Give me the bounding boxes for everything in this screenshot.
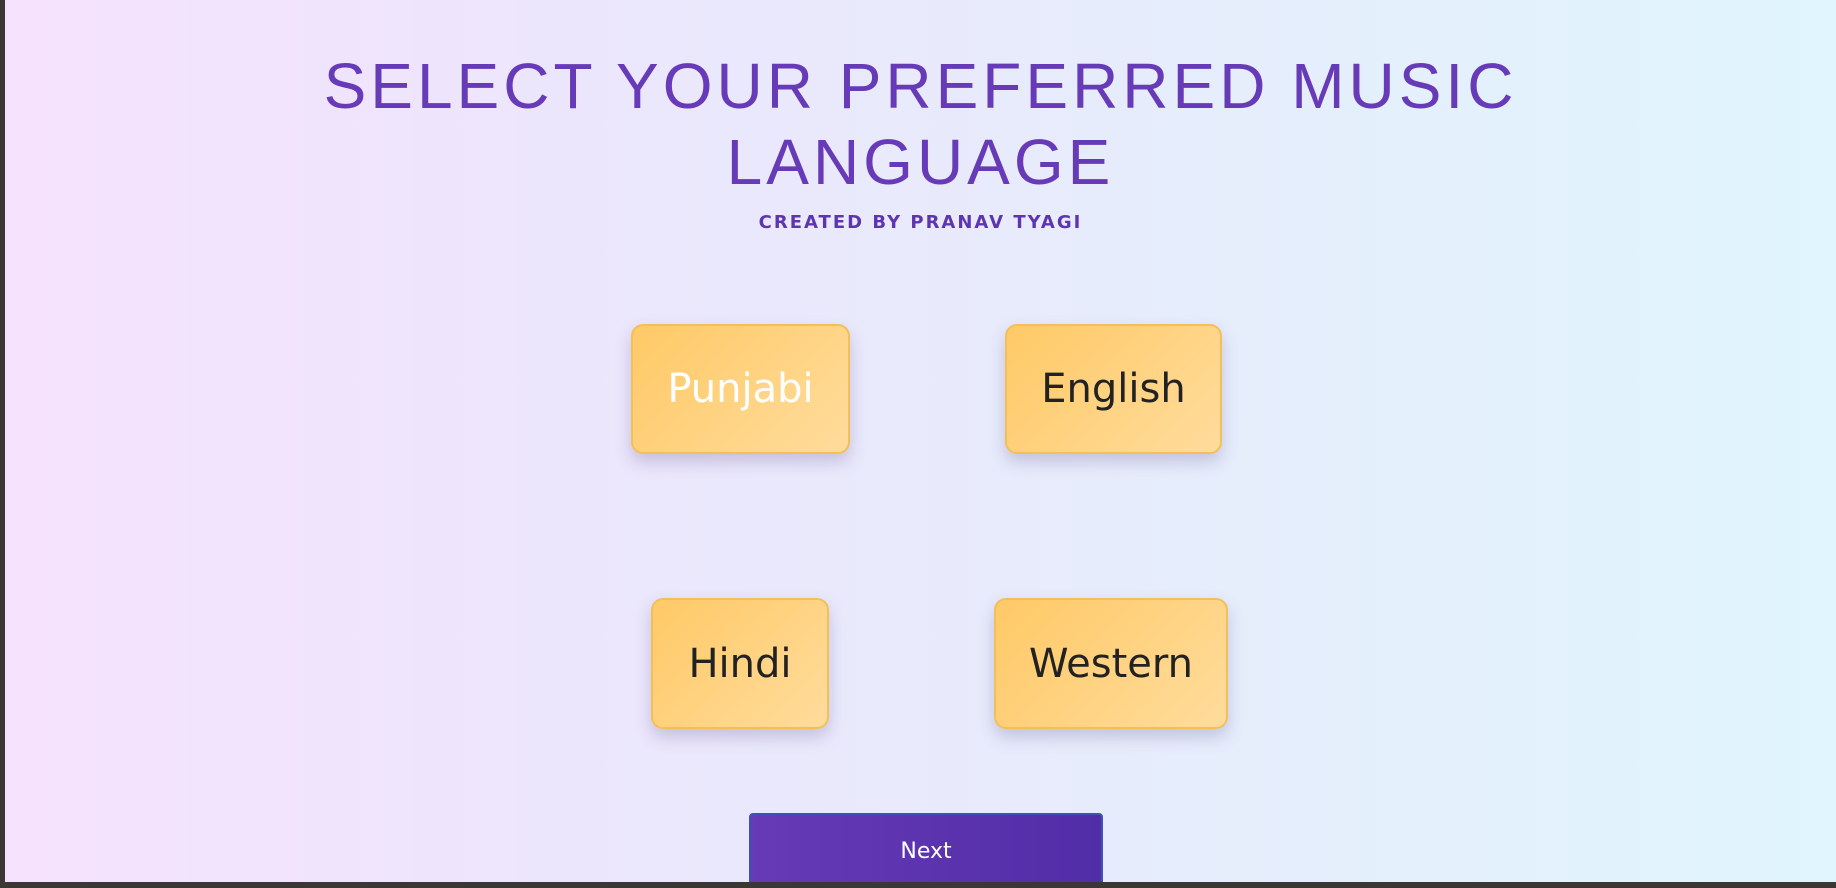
language-option-western[interactable]: Western — [994, 598, 1228, 729]
page-title: SELECT YOUR PREFERRED MUSIC LANGUAGE — [5, 48, 1836, 200]
language-option-hindi[interactable]: Hindi — [651, 598, 829, 729]
page-title-line-2: LANGUAGE — [726, 126, 1115, 198]
next-button[interactable]: Next — [749, 813, 1103, 882]
language-select-page: SELECT YOUR PREFERRED MUSIC LANGUAGE CRE… — [5, 0, 1836, 882]
language-option-english[interactable]: English — [1005, 324, 1222, 454]
language-option-punjabi[interactable]: Punjabi — [631, 324, 850, 454]
page-title-line-1: SELECT YOUR PREFERRED MUSIC — [323, 50, 1518, 122]
creator-credit: CREATED BY PRANAV TYAGI — [758, 212, 1083, 233]
window-bottom-edge — [0, 882, 1836, 888]
